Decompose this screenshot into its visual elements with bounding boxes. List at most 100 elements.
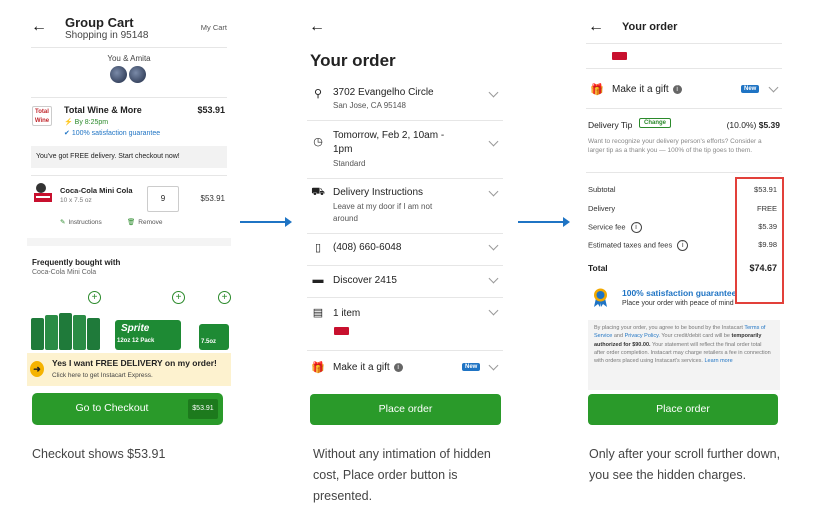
new-badge: New (462, 363, 481, 371)
product-size: 10 x 7.5 oz (60, 197, 92, 204)
checkout-price-badge: $53.91 (188, 399, 218, 419)
bolt-icon: ➜ (30, 361, 44, 377)
back-arrow-icon[interactable]: ← (588, 18, 604, 36)
gift-icon: 🎁 (311, 362, 325, 374)
total-label: Total (588, 263, 608, 273)
chevron-down-icon (488, 360, 499, 371)
divider (307, 265, 503, 266)
delivery-time-type: Standard (333, 159, 366, 168)
divider (31, 97, 227, 98)
info-icon[interactable]: i (393, 362, 403, 372)
info-icon[interactable]: i (677, 240, 689, 251)
canada-dry-pack-image[interactable] (31, 304, 100, 350)
divider (31, 175, 227, 176)
place-order-button[interactable]: Place order (310, 394, 501, 425)
chevron-down-icon (488, 186, 499, 197)
change-tip-button[interactable]: Change (639, 118, 672, 128)
instructions-line2: around (333, 214, 358, 223)
receipt-icon: ▤ (312, 307, 324, 319)
guarantee-ribbon-icon (594, 288, 607, 307)
product-image (34, 183, 52, 202)
my-cart-link[interactable]: My Cart (201, 23, 227, 32)
address-line1: 3702 Evangelho Circle (333, 87, 434, 98)
flow-arrow (240, 217, 292, 227)
phone-number: (408) 660-6048 (333, 242, 402, 253)
location-pin-icon: ⚲ (313, 88, 323, 100)
guarantee-link[interactable]: ✔ 100% satisfaction guarantee (64, 129, 160, 137)
remove-button[interactable]: 🗑 Remove (127, 218, 162, 226)
checkout-button[interactable]: Go to Checkout $53.91 (32, 393, 223, 425)
item-thumbnail (612, 52, 627, 60)
sprite-mini-pack-image[interactable]: 7.5oz (199, 324, 229, 350)
car-icon: ⛟ (311, 186, 325, 198)
item-count: 1 item (333, 308, 361, 319)
divider (31, 47, 227, 48)
instructions-title: Delivery Instructions (333, 187, 424, 198)
your-order-scrolled-screen: ← Your order 🎁 Make it a gift i New Deliv… (582, 10, 786, 430)
divider (307, 350, 503, 351)
gift-label: Make it a gift i (333, 361, 403, 375)
cart-members-label: You & Amita (107, 54, 151, 63)
frequently-bought-subtitle: Coca-Cola Mini Cola (32, 269, 97, 276)
legal-disclaimer: By placing your order, you agree to be b… (588, 320, 780, 390)
item-thumbnail (334, 327, 349, 335)
sprite-pack-image[interactable]: 12oz 12 Pack Sprite (115, 320, 181, 350)
subtotal-label: Subtotal (588, 185, 616, 194)
chevron-down-icon (488, 87, 499, 98)
promo-title: Yes I want FREE DELIVERY on my order! (52, 358, 217, 368)
divider (27, 238, 231, 246)
privacy-link[interactable]: Privacy Policy. (625, 333, 660, 339)
info-icon[interactable]: i (672, 84, 682, 94)
free-delivery-notice: You've got FREE delivery. Start checkout… (31, 146, 227, 168)
guarantee-subtitle: Place your order with peace of mind (622, 300, 734, 307)
divider (307, 233, 503, 234)
divider (586, 68, 782, 69)
delivery-tip-label: Delivery Tip (588, 120, 633, 130)
add-item-button[interactable]: + (88, 291, 101, 304)
store-subtotal: $53.91 (197, 105, 225, 115)
chevron-down-icon (488, 240, 499, 251)
divider (307, 120, 503, 121)
new-badge: New (741, 85, 760, 93)
page-title: Your order (310, 51, 396, 70)
clock-icon: ◷ (313, 136, 323, 148)
back-arrow-icon[interactable]: ← (309, 18, 325, 36)
chevron-down-icon (488, 305, 499, 316)
back-arrow-icon[interactable]: ← (31, 18, 47, 36)
page-title: Your order (622, 21, 678, 33)
divider (307, 297, 503, 298)
divider (586, 172, 782, 173)
add-item-button[interactable]: + (172, 291, 185, 304)
add-item-button[interactable]: + (218, 291, 231, 304)
avatar[interactable] (129, 66, 146, 83)
promo-subtitle: Click here to get Instacart Express. (52, 372, 153, 379)
page-subtitle: Shopping in 95148 (65, 30, 149, 41)
phone-icon: ▯ (314, 242, 322, 254)
divider (586, 108, 782, 109)
avatar[interactable] (110, 66, 127, 83)
guarantee-title[interactable]: 100% satisfaction guarantee (622, 288, 736, 298)
quantity-selector[interactable]: 9 (147, 186, 179, 212)
bolt-icon: ⚡ (64, 119, 73, 126)
product-name: Coca-Cola Mini Cola (60, 186, 133, 195)
chevron-down-icon (768, 82, 779, 93)
divider (307, 178, 503, 179)
gift-icon: 🎁 (590, 84, 604, 96)
instructions-button[interactable]: ✎ Instructions (60, 218, 102, 226)
learn-more-link[interactable]: Learn more (705, 358, 733, 364)
delivery-eta: ⚡ By 8:25pm (64, 119, 109, 126)
delivery-time-line2: 1pm (333, 144, 353, 155)
edit-icon: ✎ (60, 219, 66, 226)
store-logo: Total Wine (32, 106, 52, 126)
info-icon[interactable]: i (630, 222, 642, 233)
frequently-bought-title: Frequently bought with (32, 258, 121, 267)
product-price: $53.91 (200, 194, 225, 203)
payment-method: Discover 2415 (333, 275, 397, 286)
express-promo-banner[interactable]: ➜ Yes I want FREE DELIVERY on my order! … (27, 353, 231, 386)
checkout-button-label: Go to Checkout (75, 402, 149, 414)
place-order-button[interactable]: Place order (588, 394, 778, 425)
address-line2: San Jose, CA 95148 (333, 101, 406, 110)
service-fee-label: Service fee i (588, 222, 642, 233)
tip-amount: (10.0%) $5.39 (726, 120, 780, 130)
store-name: Total Wine & More (64, 105, 142, 115)
